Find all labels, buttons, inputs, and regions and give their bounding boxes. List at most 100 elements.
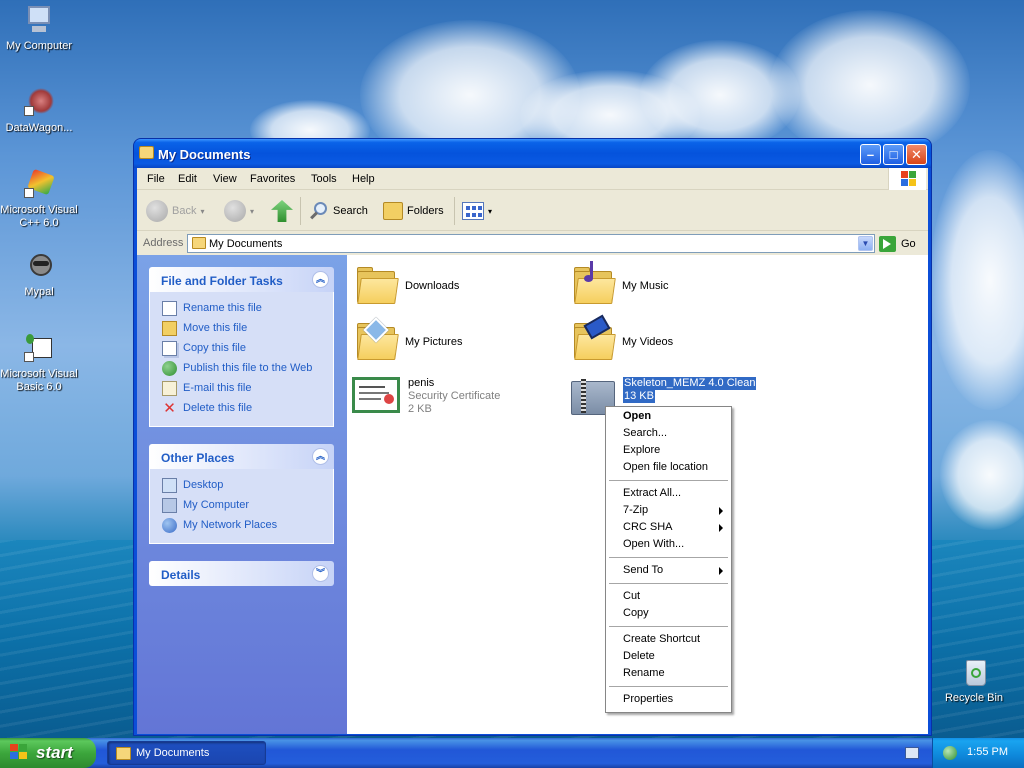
- folders-label: Folders: [407, 205, 444, 217]
- file-item-my-videos[interactable]: My Videos: [572, 314, 674, 361]
- desktop-icon-my-computer[interactable]: My Computer: [0, 4, 79, 53]
- menu-tools[interactable]: Tools: [311, 173, 337, 185]
- copy-icon: [162, 340, 177, 356]
- computer-icon: [22, 4, 56, 38]
- search-icon: [309, 201, 329, 221]
- title-bar[interactable]: My Documents – □ ✕: [134, 139, 931, 168]
- ctx-open-with[interactable]: Open With...: [606, 536, 731, 553]
- taskbar-button-my-documents[interactable]: My Documents: [107, 741, 266, 765]
- file-folder-tasks-panel: File and Folder Tasks ︽ Rename this file…: [149, 267, 334, 427]
- panel-title: Other Places: [161, 451, 235, 465]
- task-copy[interactable]: Copy this file: [162, 338, 325, 358]
- ctx-open[interactable]: Open: [606, 408, 731, 425]
- folders-button[interactable]: Folders: [383, 199, 444, 223]
- ctx-crc-sha[interactable]: CRC SHA: [606, 519, 731, 536]
- menu-view[interactable]: View: [213, 173, 237, 185]
- menu-favorites[interactable]: Favorites: [250, 173, 295, 185]
- ctx-label: 7-Zip: [623, 504, 649, 516]
- windows-logo-icon: [888, 168, 926, 190]
- file-item-downloads[interactable]: Downloads: [355, 267, 459, 305]
- desktop-icon-recycle-bin[interactable]: Recycle Bin: [934, 656, 1014, 705]
- rename-icon: [162, 300, 177, 316]
- up-button[interactable]: [271, 199, 293, 223]
- file-item-certificate[interactable]: penis Security Certificate 2 KB: [352, 377, 500, 416]
- ctx-send-to[interactable]: Send To: [606, 562, 731, 579]
- desktop-icon-label: Microsoft Visual C++ 6.0: [0, 204, 78, 229]
- place-my-computer[interactable]: My Computer: [162, 495, 325, 515]
- file-name: Skeleton_MEMZ 4.0 Clean: [623, 377, 757, 390]
- task-email[interactable]: E-mail this file: [162, 378, 325, 398]
- desktop-icon-label: DataWagon...: [5, 122, 73, 134]
- context-menu: Open Search... Explore Open file locatio…: [605, 406, 732, 713]
- expand-icon[interactable]: ︾: [312, 565, 329, 582]
- menu-separator: [609, 686, 728, 687]
- globe-icon: [162, 360, 177, 376]
- desktop-icon-datawagon[interactable]: DataWagon...: [0, 86, 79, 135]
- desktop-icon-label: Mypal: [24, 286, 54, 298]
- ctx-cut[interactable]: Cut: [606, 588, 731, 605]
- datawagon-icon: [22, 86, 56, 120]
- close-button[interactable]: ✕: [906, 144, 927, 165]
- minimize-button[interactable]: –: [860, 144, 881, 165]
- go-button[interactable]: Go: [879, 235, 919, 253]
- menu-edit[interactable]: Edit: [178, 173, 197, 185]
- collapse-icon[interactable]: ︽: [312, 271, 329, 288]
- maximize-button[interactable]: □: [883, 144, 904, 165]
- videos-folder-icon: [572, 314, 616, 361]
- desktop-icon-mypal[interactable]: Mypal: [0, 250, 79, 299]
- network-tray-icon[interactable]: [943, 746, 957, 760]
- task-label: Delete this file: [183, 402, 253, 414]
- submenu-arrow-icon: [719, 567, 723, 575]
- toolbar-separator: [300, 197, 301, 225]
- clock[interactable]: 1:55 PM: [967, 746, 1008, 758]
- file-item-my-pictures[interactable]: My Pictures: [355, 317, 462, 361]
- task-delete[interactable]: ✕ Delete this file: [162, 398, 325, 418]
- ctx-7zip[interactable]: 7-Zip: [606, 502, 731, 519]
- views-icon: [462, 202, 484, 220]
- keyboard-icon[interactable]: [905, 747, 919, 759]
- panel-header[interactable]: Details ︾: [149, 561, 334, 586]
- minimize-icon: –: [866, 147, 875, 162]
- ctx-properties[interactable]: Properties: [606, 691, 731, 708]
- address-dropdown-button[interactable]: ▼: [858, 236, 873, 251]
- menu-help[interactable]: Help: [352, 173, 375, 185]
- ctx-rename[interactable]: Rename: [606, 665, 731, 682]
- forward-button[interactable]: ▾: [224, 199, 254, 223]
- ctx-copy[interactable]: Copy: [606, 605, 731, 622]
- back-button[interactable]: Back ▾: [146, 199, 204, 223]
- views-button[interactable]: ▾: [462, 199, 492, 223]
- file-item-my-music[interactable]: My Music: [572, 261, 668, 305]
- task-rename[interactable]: Rename this file: [162, 298, 325, 318]
- ctx-delete[interactable]: Delete: [606, 648, 731, 665]
- task-label: E-mail this file: [183, 382, 252, 394]
- ctx-label: CRC SHA: [623, 521, 673, 533]
- up-folder-icon: [271, 200, 293, 222]
- file-name: My Videos: [622, 336, 674, 348]
- ctx-create-shortcut[interactable]: Create Shortcut: [606, 631, 731, 648]
- task-label: Publish this file to the Web: [183, 362, 313, 374]
- task-publish[interactable]: Publish this file to the Web: [162, 358, 325, 378]
- panel-header[interactable]: Other Places ︽: [149, 444, 334, 469]
- panel-header[interactable]: File and Folder Tasks ︽: [149, 267, 334, 292]
- collapse-icon[interactable]: ︽: [312, 448, 329, 465]
- search-button[interactable]: Search: [309, 199, 368, 223]
- ctx-extract-all[interactable]: Extract All...: [606, 485, 731, 502]
- task-move[interactable]: Move this file: [162, 318, 325, 338]
- menu-file[interactable]: File: [147, 173, 165, 185]
- place-my-network[interactable]: My Network Places: [162, 515, 325, 535]
- address-input[interactable]: My Documents ▼: [187, 234, 875, 253]
- chevron-down-icon: ▾: [488, 206, 493, 216]
- chevron-down-icon: ▾: [200, 206, 205, 216]
- taskbar-button-label: My Documents: [136, 747, 210, 759]
- start-button[interactable]: start: [0, 738, 96, 768]
- ctx-open-file-location[interactable]: Open file location: [606, 459, 731, 476]
- place-desktop[interactable]: Desktop: [162, 475, 325, 495]
- ctx-explore[interactable]: Explore: [606, 442, 731, 459]
- desktop-icon-visual-basic[interactable]: Microsoft Visual Basic 6.0: [0, 332, 79, 394]
- chevron-down-icon: ▼: [861, 239, 870, 248]
- ctx-search[interactable]: Search...: [606, 425, 731, 442]
- other-places-panel: Other Places ︽ Desktop My Computer My Ne…: [149, 444, 334, 544]
- task-label: Rename this file: [183, 302, 262, 314]
- desktop-icon-visual-cpp[interactable]: Microsoft Visual C++ 6.0: [0, 168, 79, 230]
- folder-icon: [192, 237, 206, 249]
